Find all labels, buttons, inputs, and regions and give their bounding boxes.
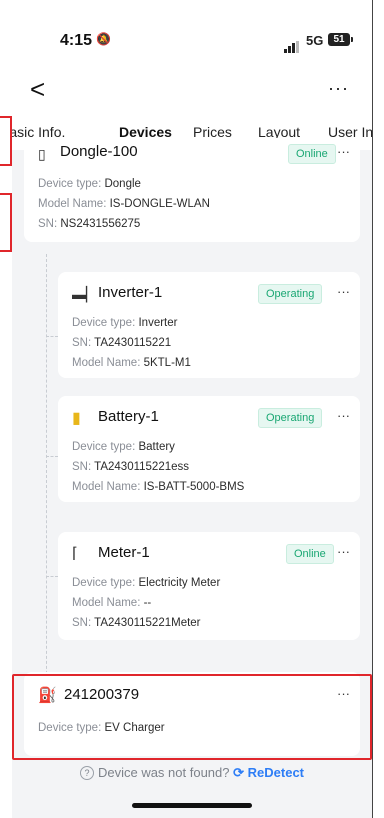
highlight-box bbox=[0, 193, 12, 252]
dongle-icon: ▯ bbox=[38, 146, 46, 162]
dongle-card[interactable]: ▯ Dongle-100 Online ··· Device type: Don… bbox=[24, 138, 360, 242]
card-more-button[interactable]: ··· bbox=[337, 284, 350, 299]
home-indicator[interactable] bbox=[132, 803, 252, 808]
device-title: Battery-1 bbox=[98, 408, 159, 425]
inverter-icon: ▬▏ bbox=[72, 286, 97, 302]
status-bar: 4:15 🔕 5G 51 bbox=[12, 0, 372, 70]
device-list: ▯ Dongle-100 Online ··· Device type: Don… bbox=[24, 138, 360, 762]
sn-field: SN: TA2430115221Meter bbox=[72, 617, 201, 629]
device-type-field: Device type: Electricity Meter bbox=[72, 577, 221, 589]
sn-field: SN: TA2430115221ess bbox=[72, 461, 190, 473]
sn-field: SN: TA2430115221 bbox=[72, 337, 172, 349]
highlight-box bbox=[12, 674, 372, 760]
status-badge: Operating bbox=[258, 408, 323, 428]
tree-branch bbox=[46, 456, 58, 457]
inverter-card[interactable]: ▬▏ Inverter-1 Operating ··· Device type:… bbox=[58, 272, 360, 378]
device-title: Dongle-100 bbox=[60, 143, 138, 160]
model-name-field: Model Name: 5KTL-M1 bbox=[72, 357, 191, 369]
meter-card[interactable]: ⌈ Meter-1 Online ··· Device type: Electr… bbox=[58, 532, 360, 640]
status-badge: Online bbox=[286, 544, 334, 564]
card-more-button[interactable]: ··· bbox=[337, 144, 350, 159]
meter-icon: ⌈ bbox=[72, 545, 78, 562]
device-type-field: Device type: Battery bbox=[72, 441, 175, 453]
redetect-button[interactable]: ⟳ ReDetect bbox=[233, 765, 304, 780]
device-type-field: Device type: Dongle bbox=[38, 178, 141, 190]
nav-bar: < ··· bbox=[12, 70, 372, 112]
tree-branch bbox=[46, 336, 58, 337]
more-options-button[interactable]: ··· bbox=[328, 78, 349, 99]
card-more-button[interactable]: ··· bbox=[337, 408, 350, 423]
model-name-field: Model Name: -- bbox=[72, 597, 152, 609]
phone-screen: 4:15 🔕 5G 51 < ··· Basic Info. Devices P… bbox=[12, 0, 372, 818]
right-frame bbox=[372, 0, 384, 818]
device-title: Meter-1 bbox=[98, 544, 150, 561]
model-name-field: Model Name: IS-BATT-5000-BMS bbox=[72, 481, 245, 493]
battery-device-icon: ▮ bbox=[72, 410, 81, 427]
battery-icon: 51 bbox=[328, 33, 353, 46]
status-badge: Online bbox=[288, 144, 336, 164]
signal-icon bbox=[284, 35, 300, 53]
device-title: Inverter-1 bbox=[98, 284, 163, 301]
card-more-button[interactable]: ··· bbox=[337, 544, 350, 559]
device-type-field: Device type: Inverter bbox=[72, 317, 178, 329]
silent-icon: 🔕 bbox=[96, 32, 111, 46]
tree-connector bbox=[46, 254, 47, 694]
refresh-icon: ⟳ bbox=[233, 765, 245, 780]
tip-text: Device was not found? bbox=[97, 765, 230, 780]
sn-field: SN: NS2431556275 bbox=[38, 218, 141, 230]
battery-card[interactable]: ▮ Battery-1 Operating ··· Device type: B… bbox=[58, 396, 360, 502]
device-not-found-tip: ? Device was not found? ⟳ ReDetect bbox=[12, 765, 372, 781]
tree-branch bbox=[46, 576, 58, 577]
highlight-box bbox=[0, 116, 12, 166]
status-time: 4:15 bbox=[60, 32, 93, 49]
status-badge: Operating bbox=[258, 284, 323, 304]
model-name-field: Model Name: IS-DONGLE-WLAN bbox=[38, 198, 210, 210]
help-icon: ? bbox=[79, 766, 94, 780]
back-button[interactable]: < bbox=[30, 76, 45, 102]
network-label: 5G bbox=[306, 33, 324, 48]
